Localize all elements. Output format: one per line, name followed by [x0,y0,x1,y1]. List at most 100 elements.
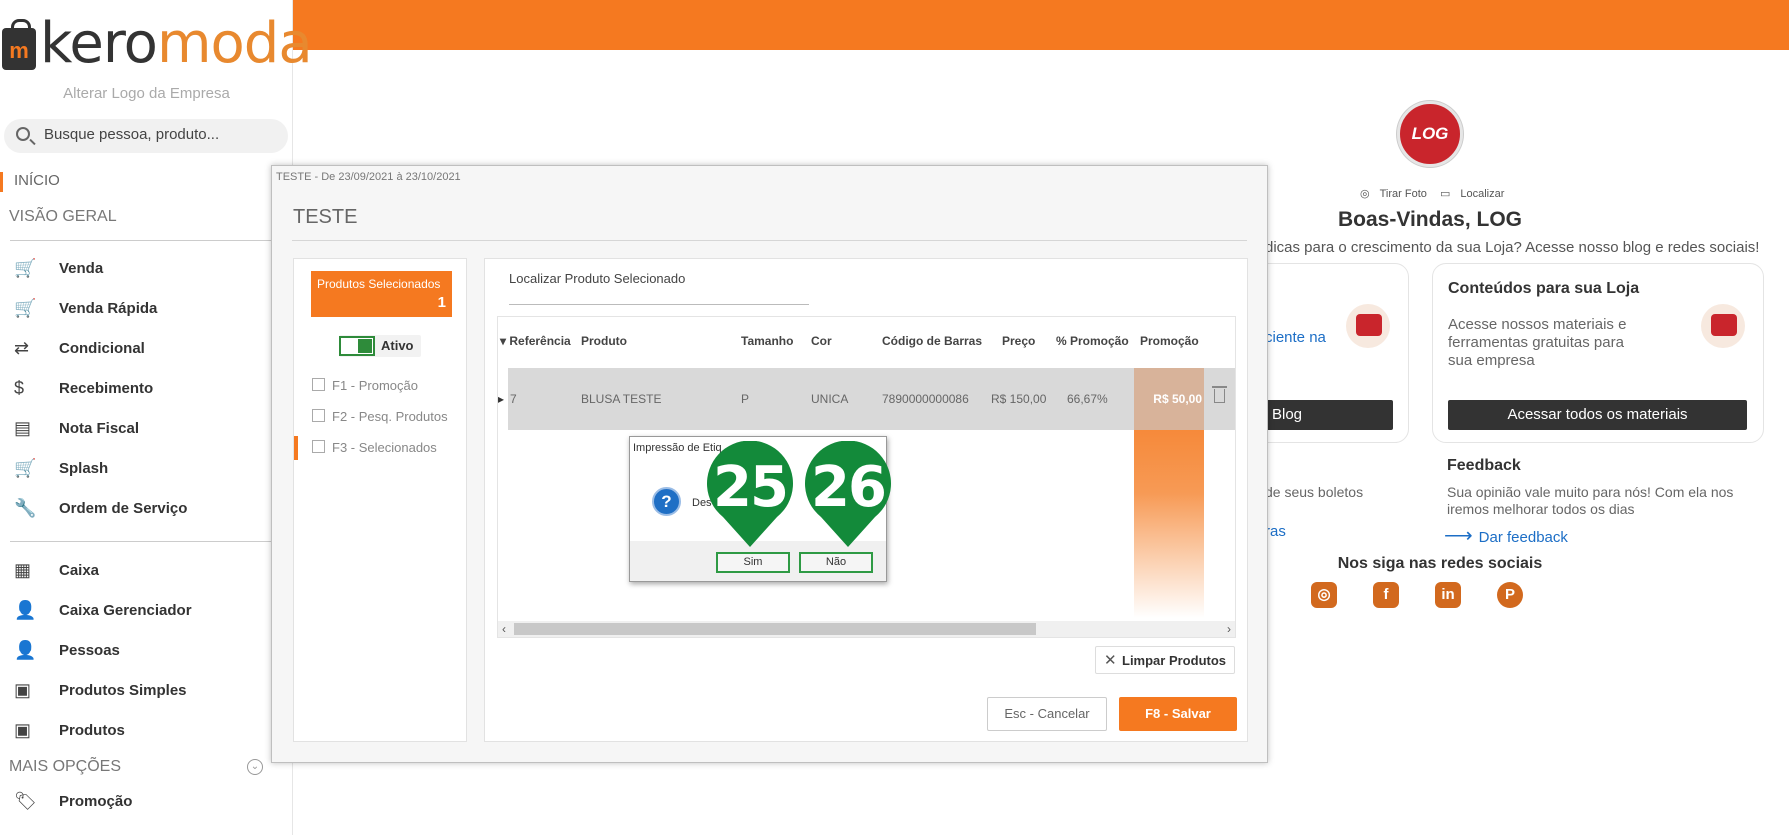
sidebar-item-venda-rapida[interactable]: 🛒 Venda Rápida [14,295,284,325]
selected-products-badge: Produtos Selecionados 1 [311,271,452,317]
cash-register-icon: ▦ [14,560,32,580]
nav-f3-selecionados[interactable]: F3 - Selecionados [294,436,466,460]
modal-title: TESTE [293,206,358,228]
documents-icon [1701,304,1745,348]
search-selected-input[interactable] [509,304,809,305]
tag-icon: 🏷 [14,791,37,811]
app-root: m keromoda Alterar Logo da Empresa INÍCI… [0,0,1789,835]
col-preco[interactable]: Preço [1002,334,1035,348]
facebook-icon[interactable]: f [1373,582,1399,608]
cart-fast-icon: 🛒 [14,298,37,318]
hand-money-icon: $ [14,378,25,398]
col-cor[interactable]: Cor [811,334,832,348]
nav-f1-promocao[interactable]: F1 - Promoção [294,374,466,398]
feedback-link[interactable]: ⟶ Dar feedback [1444,523,1568,548]
boletos-link[interactable]: ras [1265,523,1286,540]
scroll-left-icon[interactable]: ‹ [502,621,506,637]
divider [10,541,272,542]
boletos-text: de seus boletos [1265,484,1364,500]
sidebar-item-venda[interactable]: 🛒 Venda [14,255,284,285]
sidebar-item-caixa[interactable]: ▦ Caixa [14,557,284,587]
logo-text-moda: moda [156,11,313,76]
trash-icon[interactable] [1212,386,1227,403]
change-logo-link[interactable]: Alterar Logo da Empresa [0,85,293,102]
box-icon: ▣ [14,680,32,700]
exchange-icon: ⇄ [14,338,30,358]
access-materials-button[interactable]: Acessar todos os materiais [1448,400,1747,430]
divider [10,240,272,241]
sidebar-item-splash[interactable]: 🛒 Splash [14,455,284,485]
locate-photo-link[interactable]: Localizar [1460,188,1504,200]
feedback-title: Feedback [1447,457,1521,474]
photo-actions: ◎ Tirar Foto ▭ Localizar [1360,187,1514,200]
scroll-right-icon[interactable]: › [1227,621,1231,637]
active-toggle[interactable]: Ativo [339,335,421,357]
col-codigo-barras[interactable]: Código de Barras [882,334,982,348]
cart-dollar-icon: 🛒 [14,458,37,478]
marker-pin-26: 26 [803,441,893,549]
selected-count: 1 [437,294,446,311]
col-referencia[interactable]: ▾ Referência [500,334,571,348]
yes-button[interactable]: Sim [716,552,790,573]
sidebar-item-nota-fiscal[interactable]: ▤ Nota Fiscal [14,415,284,445]
linkedin-icon[interactable]: in [1435,582,1461,608]
materials-card: Conteúdos para sua Loja Acesse nossos ma… [1432,263,1764,443]
search-icon [16,127,30,141]
nav-inicio[interactable]: INÍCIO [0,172,60,192]
cell-referencia: 7 [510,392,517,406]
cell-tamanho: P [741,392,750,406]
people-icon: 👤 [14,640,37,660]
sidebar-item-ordem-servico[interactable]: 🔧 Ordem de Serviço [14,495,284,525]
nav-f2-pesq-produtos[interactable]: F2 - Pesq. Produtos [294,405,466,429]
sidebar-item-condicional[interactable]: ⇄ Condicional [14,335,284,365]
user-settings-icon: 👤 [14,600,37,620]
materials-desc: Acesse nossos materiais e ferramentas gr… [1448,316,1627,369]
section-mais-opcoes[interactable]: MAIS OPÇÕES [9,758,121,776]
horizontal-scrollbar[interactable]: ‹ › [498,621,1235,637]
search-box[interactable] [4,119,288,153]
avatar[interactable]: LOG [1397,101,1463,167]
image-icon: ▭ [1439,188,1451,200]
search-input[interactable] [44,126,274,143]
welcome-title: Boas-Vindas, LOG [1338,208,1522,231]
take-photo-link[interactable]: Tirar Foto [1380,188,1427,200]
social-title: Nos siga nas redes sociais [1337,555,1543,572]
cart-icon [312,409,325,422]
window-title: TESTE - De 23/09/2021 à 23/10/2021 [276,171,461,183]
col-tamanho[interactable]: Tamanho [741,334,793,348]
toggle-switch[interactable] [339,336,375,356]
cell-produto: BLUSA TESTE [581,392,662,406]
blog-card-text[interactable]: ciente na [1265,329,1326,346]
sidebar-item-recebimento[interactable]: $ Recebimento [14,375,284,405]
sidebar-item-promocao[interactable]: 🏷 Promoção [14,788,284,818]
sidebar-item-caixa-gerenciador[interactable]: 👤 Caixa Gerenciador [14,597,284,627]
col-produto[interactable]: Produto [581,334,627,348]
marker-pin-25: 25 [705,441,795,549]
search-selected-label: Localizar Produto Selecionado [509,271,686,286]
company-logo[interactable]: m keromoda [0,12,313,74]
clear-products-button[interactable]: ✕ Limpar Produtos [1095,646,1235,674]
sidebar-item-produtos-simples[interactable]: ▣ Produtos Simples [14,677,284,707]
logo-text-kero: kero [40,11,158,76]
sidebar-item-pessoas[interactable]: 👤 Pessoas [14,637,284,667]
top-bar [293,0,1789,50]
section-visao-geral: VISÃO GERAL [9,208,117,225]
expand-row-icon[interactable]: ▸ [498,392,504,406]
table-row[interactable]: ▸ 7 BLUSA TESTE P UNICA 7890000000086 R$… [498,368,1235,430]
boxes-icon: ▣ [14,720,32,740]
sidebar-item-produtos[interactable]: ▣ Produtos [14,717,284,747]
camera-icon: ◎ [1360,188,1370,200]
scroll-thumb[interactable] [514,623,1036,635]
divider [292,240,1247,241]
instagram-icon[interactable]: ◎ [1311,582,1337,608]
nfe-icon: ▤ [14,418,32,438]
no-button[interactable]: Não [799,552,873,573]
col-promocao[interactable]: Promoção [1140,334,1199,348]
shopping-bag-icon: m [2,19,36,70]
cancel-button[interactable]: Esc - Cancelar [987,697,1107,731]
save-button[interactable]: F8 - Salvar [1119,697,1237,731]
col-pct-promocao[interactable]: % Promoção [1056,334,1129,348]
cell-promocao[interactable]: R$ 50,00 [1134,368,1204,430]
pinterest-icon[interactable]: P [1497,582,1523,608]
chevron-down-icon[interactable]: ⌄ [247,759,263,775]
